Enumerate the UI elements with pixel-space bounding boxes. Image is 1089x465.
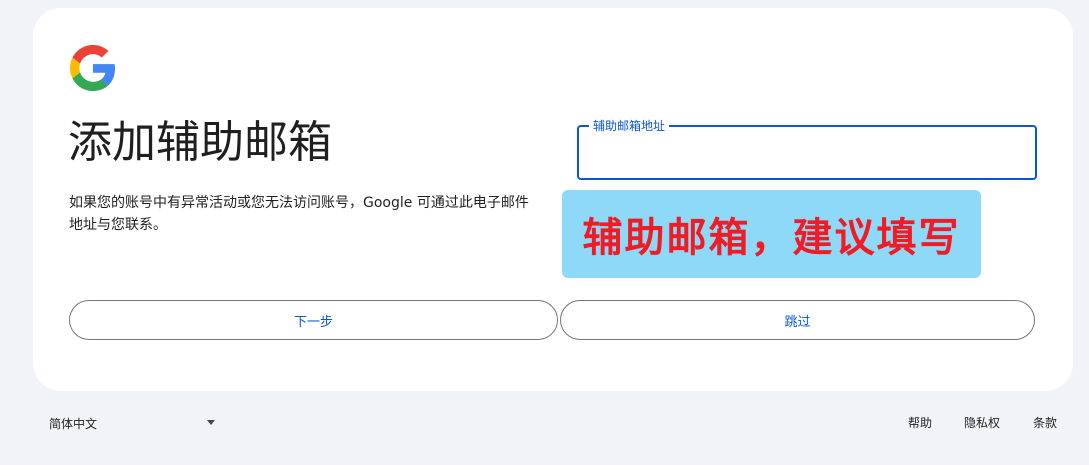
- recovery-email-input[interactable]: [579, 127, 1035, 178]
- recovery-email-field[interactable]: 辅助邮箱地址: [577, 118, 1037, 180]
- help-link[interactable]: 帮助: [908, 408, 932, 438]
- signin-card: 添加辅助邮箱 如果您的账号中有异常活动或您无法访问账号，Google 可通过此电…: [33, 8, 1073, 391]
- page-description: 如果您的账号中有异常活动或您无法访问账号，Google 可通过此电子邮件地址与您…: [69, 195, 529, 233]
- terms-link[interactable]: 条款: [1033, 408, 1057, 438]
- privacy-link[interactable]: 隐私权: [964, 408, 1000, 438]
- footer: 简体中文 帮助 隐私权 条款: [0, 408, 1089, 438]
- next-button[interactable]: 下一步: [69, 300, 558, 340]
- annotation-text: 辅助邮箱，建议填写: [582, 215, 961, 261]
- caret-down-icon: [207, 420, 215, 425]
- language-select[interactable]: 简体中文: [40, 408, 220, 438]
- google-g-logo-icon: [70, 45, 116, 91]
- page-title: 添加辅助邮箱: [68, 117, 332, 168]
- annotation-callout: 辅助邮箱，建议填写: [562, 190, 981, 278]
- skip-button[interactable]: 跳过: [560, 300, 1035, 340]
- language-label: 简体中文: [49, 416, 98, 431]
